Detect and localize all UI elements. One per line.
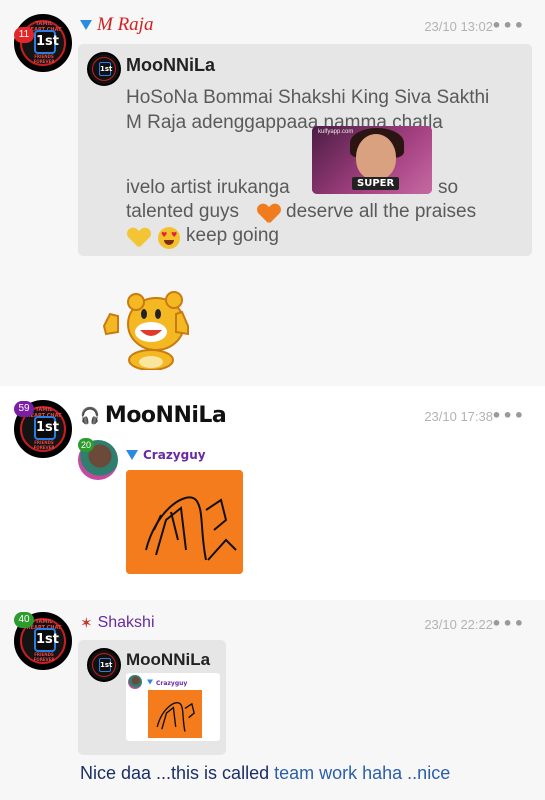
level-badge: 11 bbox=[14, 27, 34, 43]
level-badge: 40 bbox=[14, 612, 34, 628]
heart-eyes-icon: ♥ ♥ bbox=[158, 227, 180, 249]
quoted-text-line3: ivelo artist irukanga bbox=[126, 177, 290, 198]
headphones-icon: 🎧 bbox=[80, 406, 100, 425]
thumbs-up-sticker-icon bbox=[102, 291, 189, 370]
quoted-text-line1: HoSoNa Bommai Shakshi King Siva Sakthi bbox=[126, 87, 490, 108]
more-options-icon[interactable]: ••• bbox=[491, 406, 525, 425]
author-name[interactable]: 🎧 MooNNiLa bbox=[80, 403, 227, 428]
level-badge: 59 bbox=[14, 401, 34, 417]
timestamp: 23/10 17:38 bbox=[424, 409, 493, 424]
diamond-icon bbox=[147, 679, 153, 685]
inner-avatar bbox=[128, 675, 142, 689]
more-options-icon[interactable]: ••• bbox=[491, 16, 525, 35]
quoted-avatar: 1st bbox=[87, 648, 121, 682]
quoted-text-line4: talented guys bbox=[126, 201, 240, 222]
post-3: 40 TAMIL HEART CHAT 1st FRIENDS FOREVER … bbox=[0, 600, 545, 800]
reply-level-badge: 20 bbox=[78, 438, 95, 452]
quoted-text-line4-end: deserve all the praises bbox=[286, 201, 477, 222]
orange-heart-icon bbox=[258, 204, 280, 224]
timestamp: 23/10 13:02 bbox=[424, 19, 493, 34]
star-icon: ✶ bbox=[80, 614, 93, 632]
quoted-message[interactable]: 1st MooNNiLa HoSoNa Bommai Shakshi King … bbox=[78, 44, 532, 256]
more-options-icon[interactable]: ••• bbox=[491, 614, 525, 633]
quoted-text-line3-end: so bbox=[438, 177, 459, 198]
message-text: Nice daa ...this is called team work hah… bbox=[80, 763, 451, 783]
diamond-icon bbox=[126, 450, 138, 460]
super-gif[interactable]: kulfyapp.com SUPER bbox=[312, 126, 432, 194]
post-2: 59 TAMIL HEART CHAT 1st FRIENDS FOREVER … bbox=[0, 386, 545, 600]
orange-drawing-image[interactable] bbox=[126, 470, 243, 574]
inner-author: Crazyguy bbox=[144, 677, 187, 687]
quoted-author: MooNNiLa bbox=[126, 650, 211, 669]
reply-author[interactable]: Crazyguy bbox=[126, 448, 206, 462]
author-name[interactable]: ✶ Shakshi bbox=[80, 614, 155, 632]
author-name[interactable]: M Raja bbox=[80, 14, 153, 36]
avatar[interactable]: TAMIL HEART CHAT 1st FRIENDS FOREVER bbox=[14, 14, 72, 72]
quoted-message[interactable]: 1st MooNNiLa Crazyguy bbox=[78, 640, 226, 755]
quoted-author: MooNNiLa bbox=[126, 55, 215, 75]
post-1: 11 TAMIL HEART CHAT 1st FRIENDS FOREVER … bbox=[0, 0, 545, 386]
inner-drawing-image bbox=[148, 690, 202, 738]
yellow-heart-icon bbox=[128, 228, 150, 248]
quoted-avatar: 1st bbox=[87, 52, 121, 86]
timestamp: 23/10 22:22 bbox=[424, 617, 493, 632]
diamond-icon bbox=[80, 20, 92, 30]
quoted-text-line5: keep going bbox=[186, 225, 279, 246]
quoted-inner-card: Crazyguy bbox=[126, 673, 220, 741]
